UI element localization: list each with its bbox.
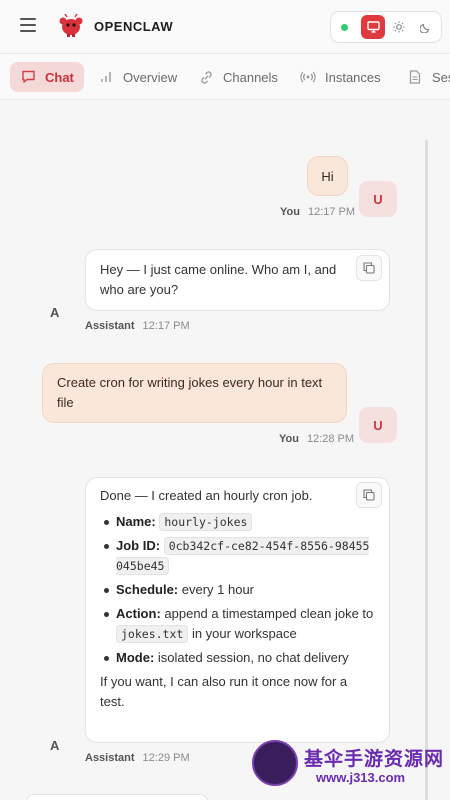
moon-icon[interactable] — [413, 15, 437, 39]
job-name-code: hourly-jokes — [159, 513, 253, 531]
sun-icon[interactable] — [387, 15, 411, 39]
tab-overview[interactable]: Overview — [98, 62, 177, 92]
cron-job-details: Name: hourly-jokes Job ID: 0cb342cf-ce82… — [100, 512, 375, 668]
copy-icon — [363, 262, 375, 274]
message-sender: You — [279, 433, 299, 445]
theme-switcher — [361, 15, 439, 39]
copy-icon — [363, 489, 375, 501]
compose-box[interactable] — [26, 794, 208, 800]
tab-chat[interactable]: Chat — [10, 62, 84, 92]
message-sender: Assistant — [85, 752, 135, 764]
detail-value: every 1 hour — [181, 582, 255, 597]
message-intro: Done — I created an hourly cron job. — [100, 488, 313, 503]
watermark-logo-icon — [252, 740, 298, 786]
copy-button[interactable] — [356, 255, 382, 281]
detail-label: Job ID: — [116, 538, 161, 553]
monitor-icon[interactable] — [361, 15, 385, 39]
menu-icon[interactable] — [20, 18, 36, 32]
brand-name: OPENCLAW — [94, 19, 174, 34]
message-time: 12:29 PM — [142, 752, 190, 764]
detail-label: Action: — [116, 606, 161, 621]
lobster-logo-icon — [59, 13, 83, 37]
detail-label: Schedule: — [116, 582, 179, 597]
user-message-bubble: Create cron for writing jokes every hour… — [42, 363, 347, 423]
detail-name: Name: hourly-jokes — [100, 512, 375, 532]
detail-job-id: Job ID: 0cb342cf-ce82-454f-8556-98455045… — [100, 536, 375, 576]
message-outro: If you want, I can also run it once now … — [100, 674, 348, 709]
detail-value: in your workspace — [191, 626, 297, 641]
tab-instances[interactable]: Instances — [300, 62, 381, 92]
detail-label: Mode: — [116, 650, 155, 665]
header-controls — [330, 11, 442, 43]
avatar-letter: U — [373, 417, 383, 433]
tab-label: Channels — [223, 69, 278, 85]
avatar-letter: U — [373, 191, 383, 207]
assistant-message-bubble: Done — I created an hourly cron job. Nam… — [85, 477, 390, 743]
watermark-title: 基伞手游资源网 — [304, 749, 445, 770]
copy-button[interactable] — [356, 482, 382, 508]
message-sender: Assistant — [85, 320, 135, 332]
tab-sessions[interactable]: Ses — [407, 62, 450, 92]
avatar: U — [359, 181, 397, 217]
connection-status-dot — [341, 24, 348, 31]
message-text: Create cron for writing jokes every hour… — [57, 375, 323, 410]
avatar: A — [50, 305, 59, 320]
link-icon — [198, 69, 214, 85]
assistant-message-bubble: Hey — I just came online. Who am I, and … — [85, 249, 390, 311]
message-time: 12:17 PM — [307, 206, 356, 218]
tab-label: Overview — [123, 69, 178, 85]
chat-thread: Hi U You 12:17 PM Hey — I just came onlin… — [0, 100, 450, 800]
detail-value: append a timestamped clean joke to — [164, 606, 374, 621]
tab-label: Instances — [325, 69, 381, 85]
user-message-bubble: Hi — [307, 156, 348, 196]
watermark-url: www.j313.com — [316, 770, 406, 785]
file-name-code: jokes.txt — [116, 625, 189, 643]
detail-action: Action: append a timestamped clean joke … — [100, 604, 375, 644]
tab-channels[interactable]: Channels — [198, 62, 278, 92]
nav-tabs: Chat Overview Channels Instances Ses — [0, 54, 450, 100]
avatar-letter: A — [50, 305, 60, 320]
document-icon — [407, 69, 423, 85]
app-header: OPENCLAW — [0, 0, 450, 54]
detail-label: Name: — [116, 514, 156, 529]
message-time: 12:28 PM — [306, 433, 355, 445]
tab-label: Chat — [45, 69, 74, 85]
chat-bubble-icon — [20, 69, 36, 85]
chat-scrollbar[interactable] — [425, 140, 428, 800]
message-meta: Assistant 12:29 PM — [85, 752, 190, 764]
watermark: 基伞手游资源网 www.j313.com — [252, 740, 448, 796]
message-text: Hi — [321, 169, 334, 184]
message-meta: Assistant 12:17 PM — [85, 320, 190, 332]
message-meta: You 12:28 PM — [279, 433, 354, 445]
message-meta: You 12:17 PM — [280, 206, 355, 218]
radio-broadcast-icon — [300, 69, 316, 85]
avatar: A — [50, 738, 59, 753]
detail-schedule: Schedule: every 1 hour — [100, 580, 375, 600]
message-time: 12:17 PM — [142, 320, 190, 332]
detail-mode: Mode: isolated session, no chat delivery — [100, 648, 375, 668]
message-text: Hey — I just came online. Who am I, and … — [100, 262, 337, 297]
avatar: U — [359, 407, 397, 443]
detail-value: isolated session, no chat delivery — [157, 650, 349, 665]
message-sender: You — [280, 206, 300, 218]
bar-chart-icon — [98, 69, 114, 85]
tab-label: Ses — [432, 69, 450, 85]
avatar-letter: A — [50, 738, 60, 753]
